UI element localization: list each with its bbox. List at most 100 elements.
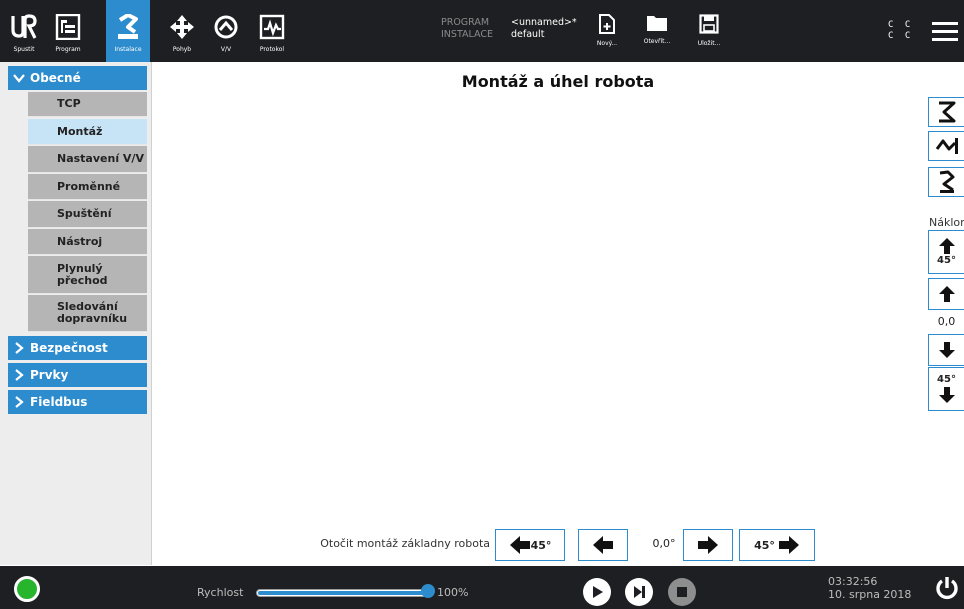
sidebar-category-label: Bezpečnost bbox=[30, 341, 108, 355]
connection-indicator: C C C C bbox=[888, 20, 913, 42]
sidebar-category-label: Prvky bbox=[30, 368, 69, 382]
sidebar-item-startup[interactable]: Spuštění bbox=[28, 201, 147, 228]
tilt-up-45-button[interactable]: 45° bbox=[928, 230, 964, 274]
chevron-right-icon bbox=[15, 396, 24, 408]
chevron-right-icon bbox=[15, 342, 24, 354]
save-icon bbox=[699, 14, 719, 34]
installation-icon bbox=[118, 14, 138, 39]
installation-key: INSTALACE bbox=[441, 29, 493, 40]
tab-io-label: V/V bbox=[220, 46, 232, 53]
sidebar-category-fieldbus[interactable]: Fieldbus bbox=[8, 390, 147, 414]
rotate-base-label: Otočit montáž základny robota bbox=[320, 537, 490, 550]
arrow-right-icon bbox=[698, 536, 718, 554]
sidebar-item-tool[interactable]: Nástroj bbox=[28, 229, 147, 255]
rotate-right-45-button[interactable]: 45° bbox=[739, 529, 815, 561]
sidebar-item-tcp[interactable]: TCP bbox=[28, 92, 147, 117]
page-title: Montáž a úhel robota bbox=[461, 72, 655, 91]
sidebar-item-label: Nástroj bbox=[57, 234, 103, 248]
tab-move[interactable]: Pohyb bbox=[160, 0, 204, 62]
clock-date: 10. srpna 2018 bbox=[828, 588, 912, 601]
robot-view-top-icon bbox=[939, 170, 954, 193]
tab-program[interactable]: Program bbox=[46, 0, 90, 62]
power-icon[interactable] bbox=[934, 575, 960, 601]
sidebar-category-label: Fieldbus bbox=[30, 395, 88, 409]
new-button[interactable]: Nový... bbox=[589, 0, 625, 62]
speed-label: Rychlost bbox=[197, 586, 244, 599]
move-icon bbox=[170, 15, 194, 39]
save-button-label: Uložit... bbox=[697, 40, 721, 47]
sidebar-category-features[interactable]: Prvky bbox=[8, 363, 147, 387]
open-button[interactable]: Otevřít... bbox=[636, 0, 678, 62]
robot-status-indicator[interactable] bbox=[14, 576, 40, 602]
view-top-button[interactable] bbox=[928, 167, 964, 197]
robot-view-side-icon bbox=[935, 138, 958, 154]
sidebar-item-label: Spuštění bbox=[57, 207, 112, 220]
stop-icon bbox=[677, 587, 687, 597]
arrow-down-icon bbox=[938, 342, 955, 358]
speed-slider-track[interactable] bbox=[256, 589, 432, 597]
robot-view-front-icon bbox=[938, 101, 955, 123]
arrow-up-icon bbox=[938, 238, 955, 254]
speed-slider-fill bbox=[258, 591, 430, 595]
sidebar-item-io-setup[interactable]: Nastavení V/V bbox=[28, 146, 147, 173]
arrow-down-icon bbox=[938, 387, 955, 403]
tilt-down-45-button[interactable]: 45° bbox=[928, 367, 964, 411]
step-icon bbox=[634, 586, 645, 598]
sidebar: Obecné TCP Montáž Nastavení V/V Proměnné… bbox=[0, 62, 152, 565]
sidebar-category-general[interactable]: Obecné bbox=[8, 66, 147, 90]
sidebar-item-conveyor-tracking[interactable]: Sledování dopravníku bbox=[28, 295, 147, 332]
arrow-up-icon bbox=[938, 286, 955, 302]
top-bar: Spustit Program Instalace Pohyb V/V Prot… bbox=[0, 0, 964, 62]
tab-run-label: Spustit bbox=[13, 46, 35, 53]
sidebar-item-label: Nastavení V/V bbox=[57, 152, 144, 165]
rotate-left-step: 45° bbox=[530, 538, 552, 552]
arrow-left-icon bbox=[509, 536, 530, 554]
rotate-left-button[interactable] bbox=[578, 529, 628, 561]
tilt-label: Náklon bbox=[929, 216, 964, 229]
save-button[interactable]: Uložit... bbox=[690, 0, 728, 62]
sidebar-category-safety[interactable]: Bezpečnost bbox=[8, 336, 147, 360]
new-button-label: Nový... bbox=[596, 40, 618, 47]
play-button[interactable] bbox=[583, 578, 611, 606]
stop-button[interactable] bbox=[668, 578, 696, 606]
tab-log-label: Protokol bbox=[259, 46, 285, 53]
open-button-label: Otevřít... bbox=[643, 38, 671, 45]
sidebar-item-label: Sledování dopravníku bbox=[57, 300, 128, 325]
chevron-right-icon bbox=[15, 369, 24, 381]
tab-log[interactable]: Protokol bbox=[250, 0, 294, 62]
rotate-right-step: 45° bbox=[754, 538, 775, 552]
io-icon bbox=[214, 15, 238, 39]
speed-slider-handle[interactable] bbox=[421, 584, 435, 598]
sidebar-item-variables[interactable]: Proměnné bbox=[28, 174, 147, 200]
clock-time: 03:32:56 bbox=[828, 575, 878, 588]
rotate-left-45-button[interactable]: 45° bbox=[495, 529, 565, 561]
tab-move-label: Pohyb bbox=[172, 46, 192, 53]
play-icon bbox=[593, 586, 603, 598]
sidebar-item-label: Proměnné bbox=[57, 179, 121, 193]
tilt-value: 0,0 bbox=[937, 315, 956, 328]
arrow-left-icon bbox=[593, 536, 613, 554]
tab-io[interactable]: V/V bbox=[204, 0, 248, 62]
tilt-down-button[interactable] bbox=[928, 334, 964, 366]
program-info: PROGRAM <unnamed>* INSTALACE default bbox=[441, 17, 577, 41]
tilt-down-step: 45° bbox=[937, 374, 956, 385]
tilt-up-button[interactable] bbox=[928, 278, 964, 310]
sidebar-item-label: Plynulý přechod bbox=[57, 261, 108, 287]
tab-run[interactable]: Spustit bbox=[2, 0, 46, 62]
cc-top: C C bbox=[888, 20, 914, 30]
program-icon bbox=[55, 14, 81, 40]
sidebar-item-mounting[interactable]: Montáž bbox=[28, 119, 147, 145]
step-button[interactable] bbox=[625, 578, 653, 606]
view-front-button[interactable] bbox=[928, 97, 964, 127]
program-key: PROGRAM bbox=[441, 17, 490, 28]
view-side-button[interactable] bbox=[928, 131, 964, 161]
arrow-right-icon bbox=[778, 536, 799, 554]
hamburger-icon[interactable] bbox=[932, 22, 958, 42]
sidebar-item-smooth-transition[interactable]: Plynulý přechod bbox=[28, 256, 147, 294]
tab-installation[interactable]: Instalace bbox=[106, 0, 150, 62]
rotate-right-button[interactable] bbox=[683, 529, 733, 561]
footer-bar: Rychlost 100% 03:32:56 10. srpna 2018 bbox=[0, 566, 964, 609]
new-file-icon bbox=[599, 14, 615, 34]
installation-name: default bbox=[511, 29, 545, 40]
chevron-down-icon bbox=[13, 74, 25, 83]
